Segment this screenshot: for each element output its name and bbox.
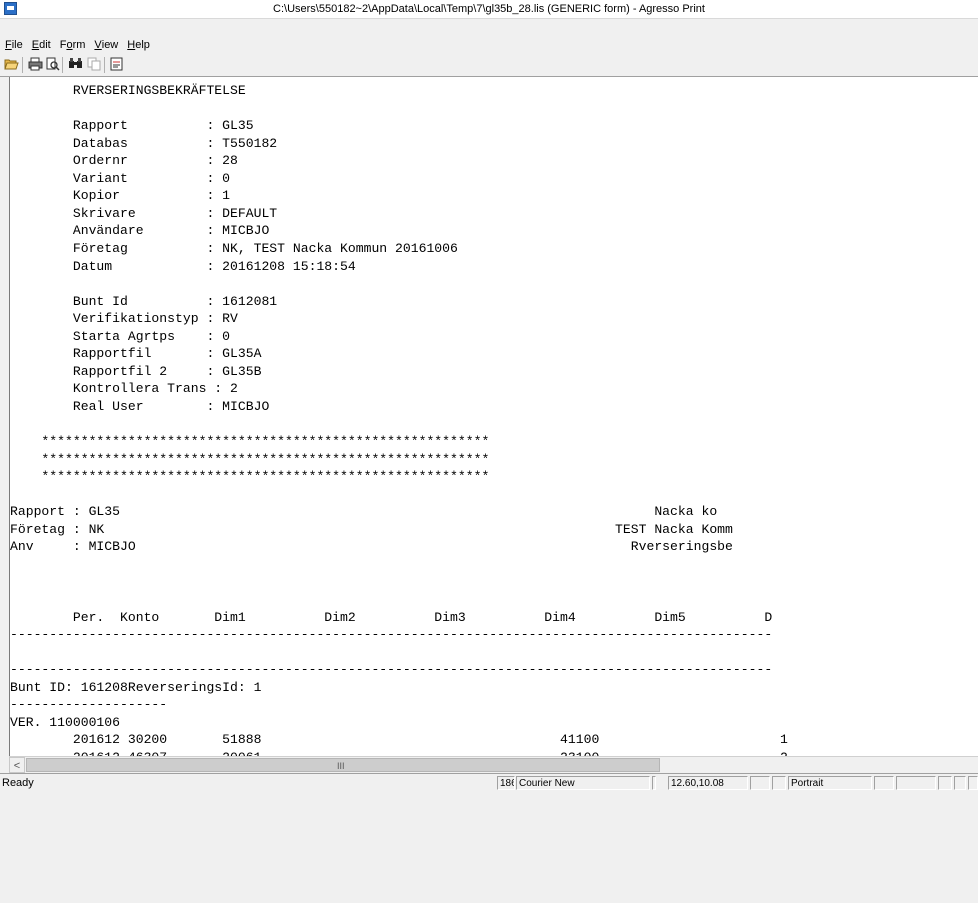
report-line: Rapportfil 2 : GL35B xyxy=(10,363,262,379)
status-size: 12.60,10.08 xyxy=(668,776,748,790)
status-ready: Ready xyxy=(2,777,34,789)
toolbar xyxy=(0,54,978,77)
report-line: Rapportfil : GL35A xyxy=(10,346,262,362)
report-line: Skrivare : DEFAULT xyxy=(10,205,278,221)
report-line: ****************************************… xyxy=(10,469,490,485)
report-line: Real User : MICBJO xyxy=(10,398,270,414)
scroll-left-button[interactable]: < xyxy=(9,757,25,773)
report-line: Verifikationstyp : RV xyxy=(10,311,238,327)
report-line: Rapport : GL35 Nacka ko xyxy=(10,504,718,520)
report-line: 201612 30200 51888 41100 1 xyxy=(10,732,788,748)
report-line: Starta Agrtps : 0 xyxy=(10,328,231,344)
menu-item-1[interactable]: Edit xyxy=(27,37,55,51)
report-line: Företag : NK TEST Nacka Komm xyxy=(10,521,733,537)
report-line: Bunt ID: 161208ReverseringsId: 1 xyxy=(10,679,262,695)
copy-icon[interactable] xyxy=(86,57,102,73)
window-title: C:\Users\550182~2\AppData\Local\Temp\7\g… xyxy=(273,3,705,15)
left-margin xyxy=(0,77,9,756)
status-font: Courier New xyxy=(516,776,650,790)
report-line: VER. 110000106 xyxy=(10,714,121,730)
find-binoculars-icon[interactable] xyxy=(67,57,83,73)
report-line: Bunt Id : 1612081 xyxy=(10,293,278,309)
status-field-blank-4 xyxy=(874,776,894,790)
status-field-blank-2 xyxy=(750,776,770,790)
report-line: Datum : 20161208 15:18:54 xyxy=(10,258,356,274)
report-line: Variant : 0 xyxy=(10,170,231,186)
window-footer-area xyxy=(0,792,978,903)
report-line: Kontrollera Trans : 2 xyxy=(10,381,238,397)
status-bar: Ready 186 Courier New 12.60,10.08 Portra… xyxy=(0,773,978,792)
menu-bar: File Edit Form View Help xyxy=(0,37,978,54)
print-preview-icon[interactable] xyxy=(44,57,60,73)
menu-item-0[interactable]: File xyxy=(0,37,27,51)
print-icon[interactable] xyxy=(27,57,43,73)
status-field-blank-5 xyxy=(896,776,936,790)
menu-item-3[interactable]: View xyxy=(89,37,122,51)
report-line: Ordernr : 28 xyxy=(10,153,238,169)
open-folder-icon[interactable] xyxy=(3,57,19,73)
status-page: 186 xyxy=(497,776,515,790)
report-line: ****************************************… xyxy=(10,434,490,449)
report-line: Rapport : GL35 xyxy=(10,118,254,134)
page-setup-icon[interactable] xyxy=(108,57,124,73)
report-line: ****************************************… xyxy=(10,451,490,467)
report-line: -------------------- xyxy=(10,697,168,713)
menu-item-4[interactable]: Help xyxy=(122,37,154,51)
status-field-blank-3 xyxy=(772,776,786,790)
report-line: Företag : NK, TEST Nacka Kommun 20161006 xyxy=(10,240,458,256)
scroll-thumb[interactable]: III xyxy=(26,758,660,772)
document-view[interactable]: RVERSERINGSBEKRÄFTELSE Rapport : GL35 Da… xyxy=(9,77,978,756)
report-line: ----------------------------------------… xyxy=(10,627,773,643)
menu-item-2[interactable]: Form xyxy=(55,37,90,51)
report-line: Kopior : 1 xyxy=(10,188,231,204)
status-field-blank-1 xyxy=(652,776,656,790)
title-bar: C:\Users\550182~2\AppData\Local\Temp\7\g… xyxy=(0,0,978,19)
status-orientation: Portrait xyxy=(788,776,872,790)
report-line: Anv : MICBJO Rverseringsbe xyxy=(10,539,733,555)
report-line: Användare : MICBJO xyxy=(10,223,270,239)
report-line: Per. Konto Dim1 Dim2 Dim3 Dim4 Dim5 D xyxy=(10,609,773,625)
scroll-grip-icon: III xyxy=(337,761,345,771)
report-line: Databas : T550182 xyxy=(10,135,278,151)
status-field-blank-8 xyxy=(968,776,978,790)
horizontal-scrollbar[interactable]: < III xyxy=(9,756,978,773)
report-line: ----------------------------------------… xyxy=(10,662,773,678)
status-field-blank-6 xyxy=(938,776,952,790)
status-field-blank-7 xyxy=(954,776,966,790)
report-line: RVERSERINGSBEKRÄFTELSE xyxy=(10,83,246,98)
